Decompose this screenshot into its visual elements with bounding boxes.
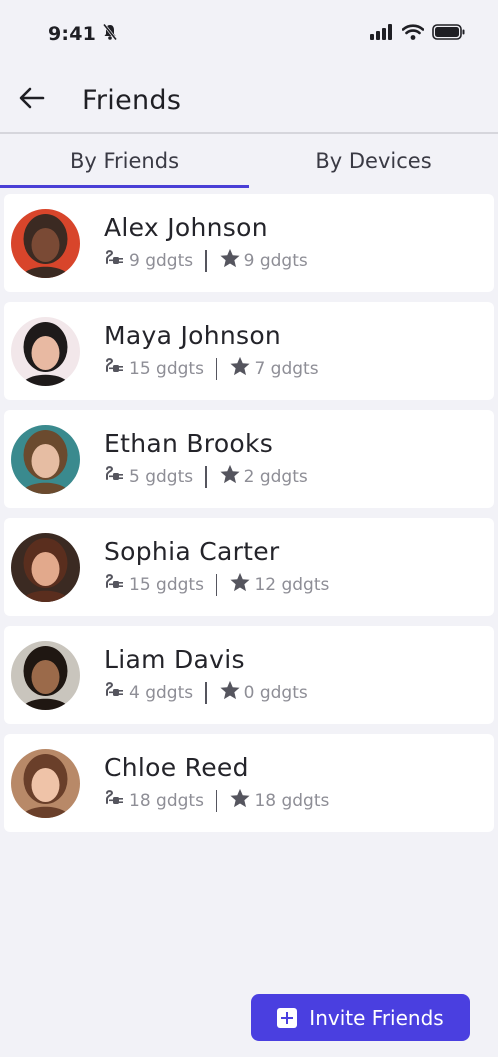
device-count: 4 gdgts (104, 681, 193, 704)
plug-icon (104, 789, 126, 812)
stat-divider (215, 573, 218, 596)
friend-stats: 4 gdgts 0 gdgts (104, 680, 308, 705)
avatar (11, 208, 80, 278)
stat-divider (215, 357, 218, 380)
star-icon (219, 248, 241, 273)
stat-divider (205, 249, 207, 272)
stat-divider (205, 681, 207, 704)
page-title: Friends (82, 84, 182, 116)
back-button[interactable] (0, 67, 64, 133)
friend-card[interactable]: Sophia Carter 15 gdgts 12 gdgts (4, 518, 494, 616)
tab-bar: By Friends By Devices (0, 134, 498, 188)
status-bar: 9:41 (0, 0, 498, 68)
avatar (11, 640, 80, 710)
plug-icon (104, 357, 126, 380)
favorite-count-value: 18 gdgts (254, 790, 330, 811)
device-count-value: 15 gdgts (129, 574, 204, 595)
device-count-value: 5 gdgts (129, 466, 194, 487)
favorite-count: 0 gdgts (219, 680, 308, 705)
bell-slash-icon (102, 23, 118, 46)
friend-card[interactable]: Liam Davis 4 gdgts 0 gdgts (4, 626, 494, 724)
friend-name: Alex Johnson (104, 213, 268, 242)
avatar (11, 316, 80, 386)
device-count: 18 gdgts (104, 789, 204, 812)
friend-name: Liam Davis (104, 645, 245, 674)
plus-square-icon (277, 1007, 298, 1028)
friend-stats: 15 gdgts 7 gdgts (104, 356, 319, 381)
app-bar: Friends (0, 68, 498, 134)
friend-list: Alex Johnson 9 gdgts 9 gdgts Maya Johnson 15… (4, 194, 494, 842)
favorite-count: 9 gdgts (219, 248, 308, 273)
arrow-left-icon (19, 87, 45, 113)
friend-card[interactable]: Maya Johnson 15 gdgts 7 gdgts (4, 302, 494, 400)
device-count: 15 gdgts (104, 357, 204, 380)
status-indicators (370, 24, 466, 44)
favorite-count: 2 gdgts (219, 464, 308, 489)
plug-icon (104, 465, 126, 488)
invite-friends-label: Invite Friends (309, 1005, 444, 1030)
invite-friends-button[interactable]: Invite Friends (251, 994, 470, 1041)
favorite-count-value: 9 gdgts (243, 250, 308, 271)
favorite-count: 12 gdgts (229, 572, 329, 597)
star-icon (219, 680, 241, 705)
device-count: 15 gdgts (104, 573, 204, 596)
friend-info: Ethan Brooks 5 gdgts 2 gdgts (104, 429, 308, 489)
star-icon (219, 464, 241, 489)
stat-divider (205, 465, 207, 488)
friend-stats: 18 gdgts 18 gdgts (104, 788, 329, 813)
device-count-value: 9 gdgts (129, 250, 194, 271)
friend-info: Maya Johnson 15 gdgts 7 gdgts (104, 321, 319, 381)
plug-icon (104, 681, 126, 704)
favorite-count: 7 gdgts (229, 356, 319, 381)
friend-info: Alex Johnson 9 gdgts 9 gdgts (104, 213, 308, 273)
star-icon (229, 572, 251, 597)
friend-stats: 9 gdgts 9 gdgts (104, 248, 308, 273)
friend-name: Sophia Carter (104, 537, 280, 566)
device-count-value: 4 gdgts (129, 682, 194, 703)
device-count-value: 18 gdgts (129, 790, 204, 811)
friend-stats: 15 gdgts 12 gdgts (104, 572, 329, 597)
favorite-count-value: 7 gdgts (254, 358, 319, 379)
star-icon (229, 788, 251, 813)
tab-by-friends[interactable]: By Friends (0, 134, 249, 188)
avatar (11, 748, 80, 818)
status-time-group: 9:41 (48, 23, 118, 46)
friend-info: Sophia Carter 15 gdgts 12 gdgts (104, 537, 329, 597)
star-icon (229, 356, 251, 381)
plug-icon (104, 573, 126, 596)
favorite-count-value: 12 gdgts (254, 574, 330, 595)
friend-info: Chloe Reed 18 gdgts 18 gdgts (104, 753, 329, 813)
tab-by-devices[interactable]: By Devices (249, 134, 498, 188)
wifi-icon (401, 24, 425, 44)
favorite-count-value: 2 gdgts (243, 466, 308, 487)
friend-stats: 5 gdgts 2 gdgts (104, 464, 308, 489)
device-count: 9 gdgts (104, 249, 193, 272)
friend-name: Ethan Brooks (104, 429, 274, 458)
cellular-signal-icon (370, 24, 394, 44)
status-time: 9:41 (48, 23, 97, 45)
friend-card[interactable]: Alex Johnson 9 gdgts 9 gdgts (4, 194, 494, 292)
favorite-count: 18 gdgts (229, 788, 329, 813)
stat-divider (215, 789, 218, 812)
favorite-count-value: 0 gdgts (243, 682, 308, 703)
friend-name: Chloe Reed (104, 753, 249, 782)
device-count: 5 gdgts (104, 465, 193, 488)
friend-info: Liam Davis 4 gdgts 0 gdgts (104, 645, 308, 705)
plug-icon (104, 249, 126, 272)
battery-icon (432, 24, 466, 44)
device-count-value: 15 gdgts (129, 358, 204, 379)
avatar (11, 532, 80, 602)
friend-name: Maya Johnson (104, 321, 282, 350)
friend-card[interactable]: Chloe Reed 18 gdgts 18 gdgts (4, 734, 494, 832)
friend-card[interactable]: Ethan Brooks 5 gdgts 2 gdgts (4, 410, 494, 508)
avatar (11, 424, 80, 494)
